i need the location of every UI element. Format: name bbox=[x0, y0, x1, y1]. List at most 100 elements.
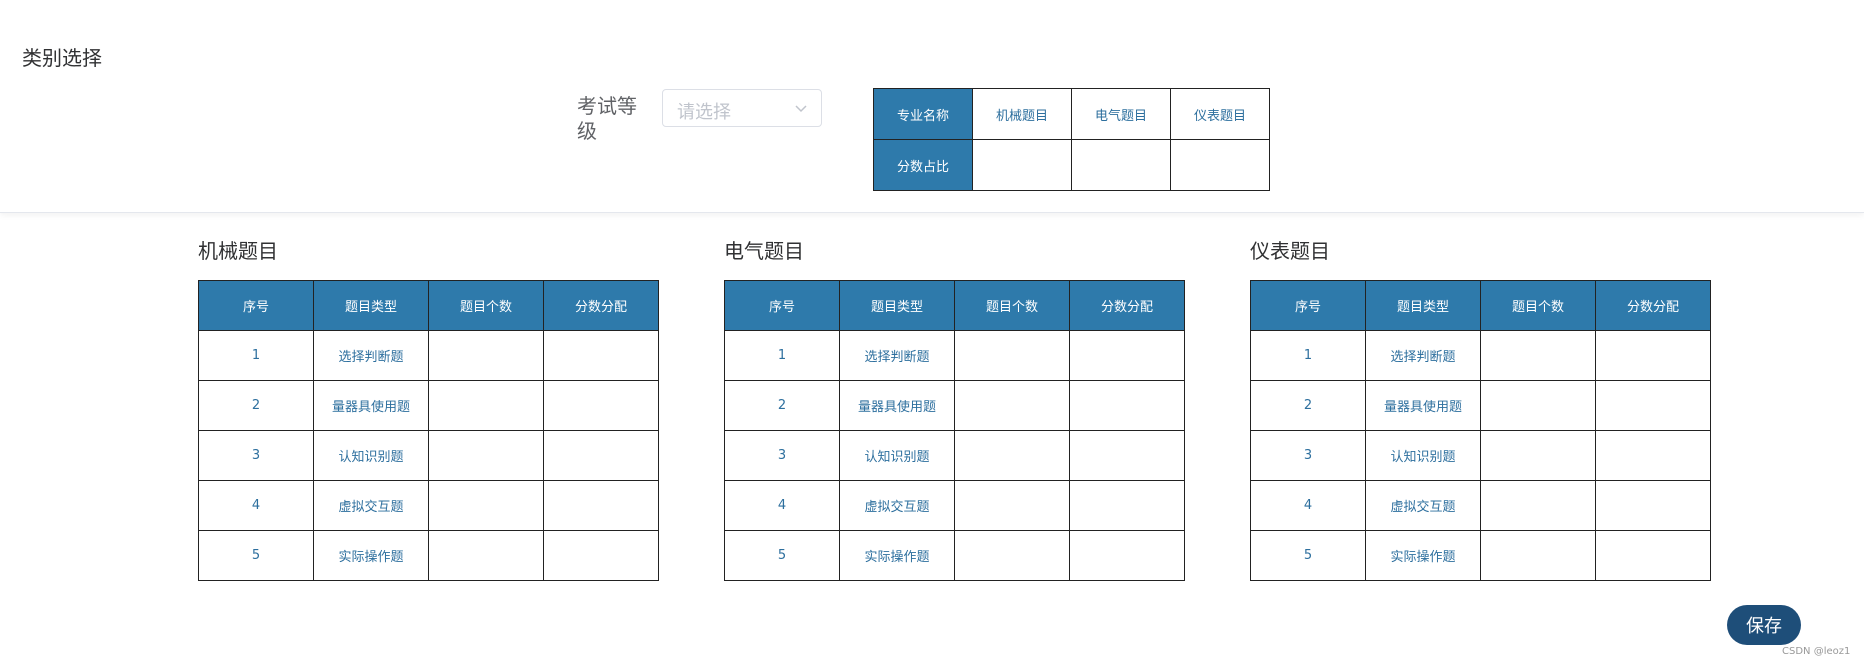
score-input[interactable] bbox=[1595, 530, 1711, 581]
header-count: 题目个数 bbox=[428, 280, 544, 331]
table-row: 5 实际操作题 bbox=[724, 530, 1185, 581]
row-type: 实际操作题 bbox=[313, 530, 429, 581]
score-input[interactable] bbox=[543, 430, 659, 481]
table-row: 2 量器具使用题 bbox=[1250, 380, 1711, 431]
header-index: 序号 bbox=[198, 280, 314, 331]
row-type: 选择判断题 bbox=[313, 330, 429, 381]
header-type: 题目类型 bbox=[313, 280, 429, 331]
row-index: 4 bbox=[724, 480, 840, 531]
count-input[interactable] bbox=[428, 430, 544, 481]
table-row: 4 虚拟交互题 bbox=[724, 480, 1185, 531]
row-type: 选择判断题 bbox=[839, 330, 955, 381]
score-ratio-label: 分数占比 bbox=[873, 139, 973, 191]
count-input[interactable] bbox=[428, 380, 544, 431]
question-table-mechanical: 序号 题目类型 题目个数 分数分配 1 选择判断题 2 量器具使用题 3 认知识… bbox=[198, 280, 659, 581]
row-type: 虚拟交互题 bbox=[839, 480, 955, 531]
score-input[interactable] bbox=[1069, 480, 1185, 531]
table-header-row: 序号 题目类型 题目个数 分数分配 bbox=[1250, 280, 1711, 331]
score-input[interactable] bbox=[543, 330, 659, 381]
row-type: 量器具使用题 bbox=[313, 380, 429, 431]
score-input[interactable] bbox=[1595, 330, 1711, 381]
ratio-input-electrical[interactable] bbox=[1071, 139, 1171, 191]
category-panel: 类别选择 考试等级 请选择 专业名称 机械题目 电气题目 仪表题目 分数占比 bbox=[0, 0, 1864, 213]
score-input[interactable] bbox=[543, 380, 659, 431]
score-input[interactable] bbox=[1069, 380, 1185, 431]
count-input[interactable] bbox=[954, 430, 1070, 481]
section-title-instrument: 仪表题目 bbox=[1250, 239, 1330, 263]
row-index: 1 bbox=[1250, 330, 1366, 381]
row-index: 5 bbox=[198, 530, 314, 581]
row-type: 实际操作题 bbox=[839, 530, 955, 581]
score-input[interactable] bbox=[1069, 530, 1185, 581]
row-index: 4 bbox=[198, 480, 314, 531]
question-table-instrument: 序号 题目类型 题目个数 分数分配 1 选择判断题 2 量器具使用题 3 认知识… bbox=[1250, 280, 1711, 581]
count-input[interactable] bbox=[1480, 530, 1596, 581]
count-input[interactable] bbox=[954, 530, 1070, 581]
score-input[interactable] bbox=[543, 530, 659, 581]
header-count: 题目个数 bbox=[1480, 280, 1596, 331]
table-row: 1 选择判断题 bbox=[1250, 330, 1711, 381]
chevron-down-icon bbox=[795, 105, 807, 113]
table-row: 2 量器具使用题 bbox=[198, 380, 659, 431]
score-input[interactable] bbox=[1595, 430, 1711, 481]
table-row: 5 实际操作题 bbox=[1250, 530, 1711, 581]
ratio-value-row: 分数占比 bbox=[873, 139, 1270, 191]
row-index: 3 bbox=[724, 430, 840, 481]
ratio-input-instrument[interactable] bbox=[1170, 139, 1270, 191]
row-index: 3 bbox=[1250, 430, 1366, 481]
section-title-mechanical: 机械题目 bbox=[198, 239, 278, 263]
exam-level-placeholder: 请选择 bbox=[677, 102, 731, 123]
score-input[interactable] bbox=[543, 480, 659, 531]
row-index: 1 bbox=[724, 330, 840, 381]
count-input[interactable] bbox=[428, 530, 544, 581]
row-type: 虚拟交互题 bbox=[313, 480, 429, 531]
row-index: 5 bbox=[724, 530, 840, 581]
table-row: 3 认知识别题 bbox=[1250, 430, 1711, 481]
header-type: 题目类型 bbox=[1365, 280, 1481, 331]
row-type: 虚拟交互题 bbox=[1365, 480, 1481, 531]
header-score: 分数分配 bbox=[543, 280, 659, 331]
section-title-electrical: 电气题目 bbox=[724, 239, 804, 263]
table-row: 4 虚拟交互题 bbox=[1250, 480, 1711, 531]
table-row: 4 虚拟交互题 bbox=[198, 480, 659, 531]
ratio-input-mechanical[interactable] bbox=[972, 139, 1072, 191]
row-index: 2 bbox=[198, 380, 314, 431]
score-input[interactable] bbox=[1069, 430, 1185, 481]
watermark: CSDN @leoz1 bbox=[1782, 646, 1851, 657]
count-input[interactable] bbox=[428, 330, 544, 381]
row-index: 2 bbox=[724, 380, 840, 431]
header-index: 序号 bbox=[724, 280, 840, 331]
count-input[interactable] bbox=[1480, 430, 1596, 481]
row-type: 认知识别题 bbox=[313, 430, 429, 481]
count-input[interactable] bbox=[428, 480, 544, 531]
count-input[interactable] bbox=[1480, 330, 1596, 381]
count-input[interactable] bbox=[1480, 480, 1596, 531]
table-row: 5 实际操作题 bbox=[198, 530, 659, 581]
count-input[interactable] bbox=[954, 380, 1070, 431]
score-ratio-table: 专业名称 机械题目 电气题目 仪表题目 分数占比 bbox=[873, 88, 1270, 191]
ratio-column-mechanical: 机械题目 bbox=[972, 88, 1072, 140]
row-index: 4 bbox=[1250, 480, 1366, 531]
header-index: 序号 bbox=[1250, 280, 1366, 331]
score-input[interactable] bbox=[1595, 480, 1711, 531]
header-count: 题目个数 bbox=[954, 280, 1070, 331]
table-header-row: 序号 题目类型 题目个数 分数分配 bbox=[198, 280, 659, 331]
header-type: 题目类型 bbox=[839, 280, 955, 331]
ratio-header-row: 专业名称 机械题目 电气题目 仪表题目 bbox=[873, 88, 1270, 140]
table-row: 3 认知识别题 bbox=[198, 430, 659, 481]
row-type: 实际操作题 bbox=[1365, 530, 1481, 581]
count-input[interactable] bbox=[954, 480, 1070, 531]
count-input[interactable] bbox=[1480, 380, 1596, 431]
save-button[interactable]: 保存 bbox=[1727, 605, 1801, 645]
major-name-header: 专业名称 bbox=[873, 88, 973, 140]
count-input[interactable] bbox=[954, 330, 1070, 381]
row-index: 3 bbox=[198, 430, 314, 481]
table-row: 3 认知识别题 bbox=[724, 430, 1185, 481]
exam-level-select[interactable]: 请选择 bbox=[662, 89, 822, 127]
row-index: 5 bbox=[1250, 530, 1366, 581]
row-type: 量器具使用题 bbox=[1365, 380, 1481, 431]
table-row: 1 选择判断题 bbox=[724, 330, 1185, 381]
score-input[interactable] bbox=[1595, 380, 1711, 431]
score-input[interactable] bbox=[1069, 330, 1185, 381]
row-index: 1 bbox=[198, 330, 314, 381]
